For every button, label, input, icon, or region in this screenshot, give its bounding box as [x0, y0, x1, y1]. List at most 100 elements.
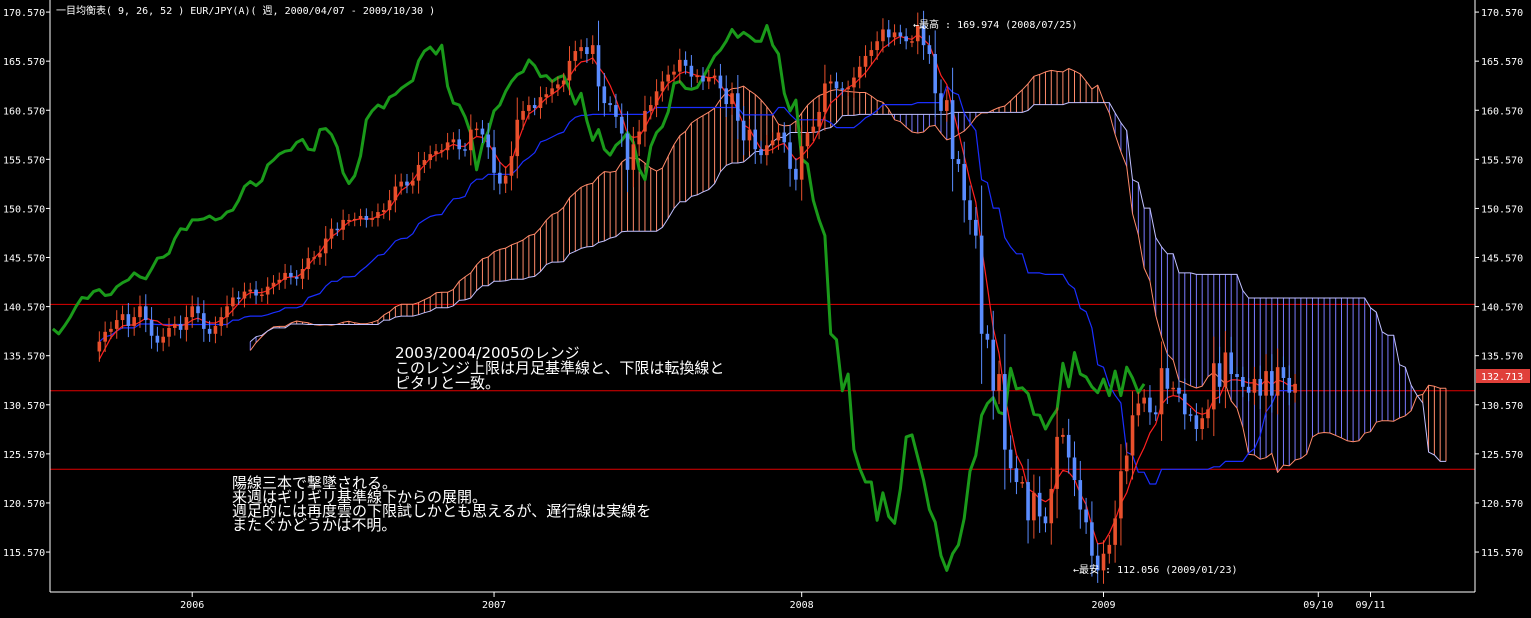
x-tick-label: 2008: [790, 600, 814, 611]
candle-body: [318, 253, 322, 258]
candle-body: [364, 215, 369, 220]
candle-body: [712, 75, 717, 78]
candle-body: [619, 116, 624, 134]
candle-body: [561, 80, 566, 85]
candle-body: [509, 156, 514, 176]
candle-body: [1032, 492, 1036, 521]
candle-body: [277, 279, 282, 283]
candle-body: [1078, 480, 1083, 510]
candle-body: [172, 323, 177, 328]
candle-body: [1275, 367, 1280, 396]
candle-body: [956, 159, 961, 164]
candle-body: [213, 325, 218, 334]
candle-body: [1171, 387, 1175, 390]
candle-body: [1258, 378, 1263, 396]
x-tick-label: 09/11: [1355, 600, 1385, 611]
candle-body: [202, 313, 206, 329]
candle-body: [550, 88, 554, 95]
candle-body: [637, 131, 641, 145]
candle-body: [736, 93, 740, 121]
candle-body: [1182, 393, 1187, 415]
candle-body: [283, 272, 287, 280]
candle-body: [718, 75, 723, 89]
y-tick-label-left: 120.570: [3, 499, 45, 510]
candle-body: [184, 317, 189, 330]
candle-body: [352, 218, 357, 221]
candle-body: [294, 276, 299, 279]
candle-body: [1165, 368, 1170, 389]
y-tick-label-right: 140.570: [1481, 303, 1523, 314]
y-tick-label-right: 150.570: [1481, 204, 1523, 215]
candle-body: [950, 100, 955, 160]
candle-body: [625, 133, 630, 170]
candle-body: [463, 149, 467, 151]
candle-body: [225, 306, 229, 318]
candle-body: [817, 111, 821, 127]
y-tick-label-right: 120.570: [1481, 499, 1523, 510]
candle-body: [799, 146, 804, 180]
candle-body: [265, 286, 270, 295]
candle-body: [672, 71, 676, 75]
candle-body: [1211, 363, 1216, 410]
candle-body: [469, 129, 473, 151]
candle-body: [457, 139, 462, 150]
candle-body: [1142, 397, 1146, 404]
candle-body: [944, 100, 949, 111]
candle-body: [590, 45, 595, 54]
candle-body: [149, 320, 154, 336]
candle-body: [857, 66, 862, 78]
candle-body: [863, 55, 868, 67]
candle-body: [689, 65, 694, 77]
y-tick-label-left: 140.570: [3, 303, 45, 314]
candle-body: [677, 59, 682, 72]
candle-body: [1014, 468, 1019, 483]
candle-body: [1049, 488, 1054, 524]
candle-body: [323, 238, 328, 254]
candle-body: [794, 168, 798, 180]
y-tick-label-left: 115.570: [3, 548, 45, 559]
candle-body: [387, 200, 392, 211]
candle-body: [434, 151, 438, 155]
candle-body: [985, 333, 990, 340]
candle-body: [875, 41, 879, 51]
candle-body: [503, 175, 508, 184]
chart-header: 一目均衡表( 9, 26, 52 ) EUR/JPY(A)( 週, 2000/0…: [56, 4, 435, 17]
candle-body: [904, 36, 908, 42]
annotation-outlook-note: またぐかどうかは不明。: [232, 516, 396, 534]
price-marker-label: 132.713: [1481, 372, 1523, 383]
candle-body: [579, 47, 583, 52]
y-tick-label-right: 160.570: [1481, 106, 1523, 117]
ichimoku-chart: 170.570 170.570 165.570 165.570 160.570 160.5…: [0, 0, 1531, 618]
candle-body: [643, 110, 647, 132]
candle-body: [445, 142, 450, 151]
candle-body: [451, 139, 456, 143]
candle-body: [1217, 363, 1222, 387]
y-tick-label-left: 160.570: [3, 106, 45, 117]
candle-body: [573, 51, 578, 61]
candle-body: [219, 317, 224, 326]
candle-body: [1194, 415, 1199, 430]
candle-body: [167, 327, 171, 337]
candle-body: [1055, 436, 1059, 489]
candle-body: [271, 282, 276, 287]
candle-body: [97, 341, 102, 352]
candle-body: [393, 186, 398, 201]
candle-body: [608, 103, 612, 106]
candle-body: [898, 32, 903, 37]
candle-body: [881, 29, 885, 42]
candle-body: [753, 129, 758, 150]
candle-body: [828, 81, 833, 84]
candle-body: [1293, 383, 1297, 393]
candle-body: [765, 145, 769, 156]
candle-body: [556, 84, 560, 89]
candle-body: [1119, 471, 1123, 519]
candle-body: [370, 217, 374, 220]
candle-body: [544, 94, 549, 98]
candle-body: [840, 88, 845, 90]
candle-body: [648, 105, 653, 111]
candle-body: [103, 331, 107, 342]
candle-body: [312, 257, 316, 259]
x-tick-label: 2007: [482, 600, 506, 611]
candle-body: [1061, 434, 1065, 437]
candle-body: [602, 86, 607, 104]
